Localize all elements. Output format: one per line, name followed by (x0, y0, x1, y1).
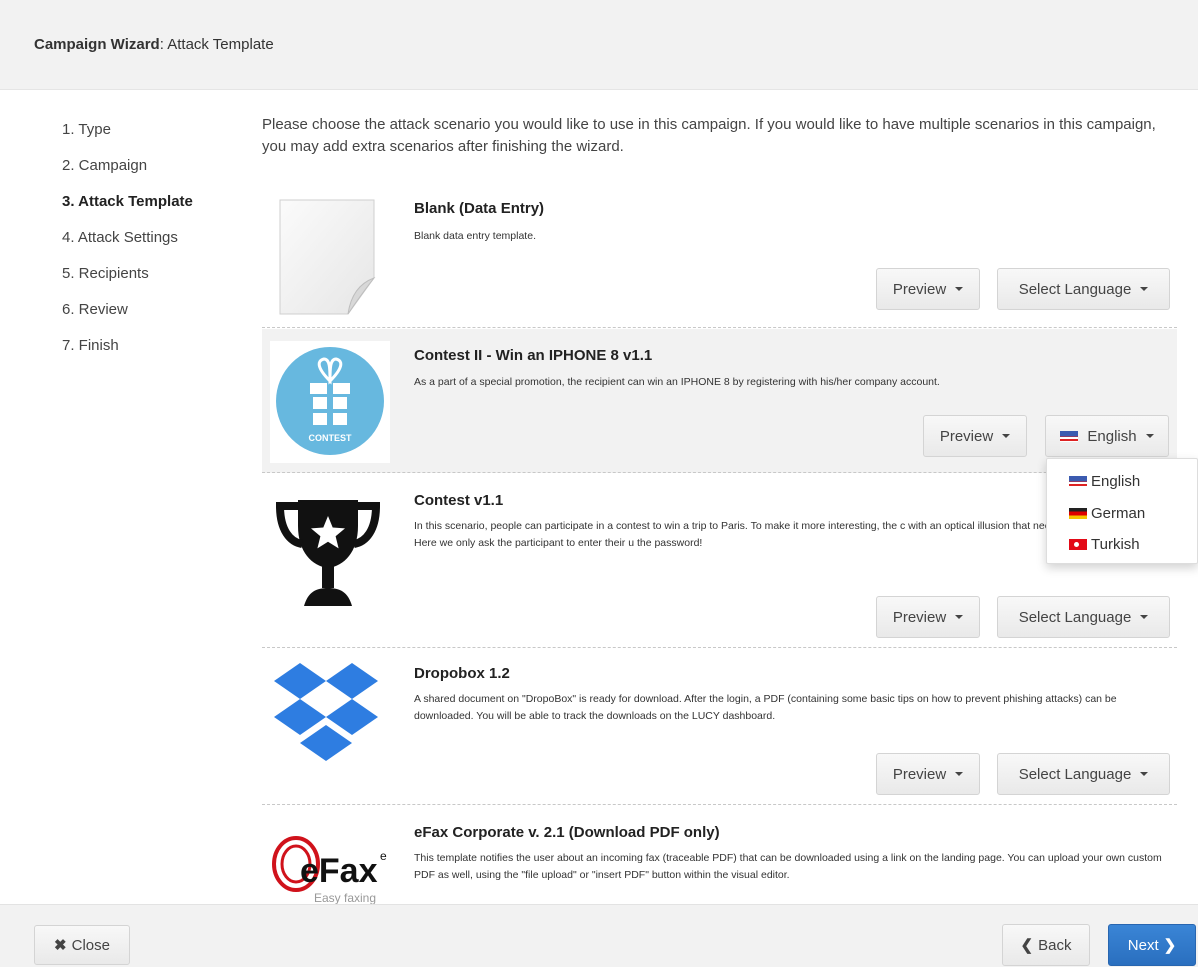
chevron-down-icon (955, 772, 964, 776)
step-finish[interactable]: 7. Finish (62, 336, 242, 372)
chevron-right-icon: ❯ (1163, 937, 1177, 954)
template-name: Blank (Data Entry) (414, 200, 545, 217)
turkish-flag-icon (1069, 539, 1087, 550)
template-contest-ii[interactable]: CONTEST Contest II - Win an IPHONE 8 v1.… (262, 329, 1177, 473)
step-attack-settings[interactable]: 4. Attack Settings (62, 228, 242, 264)
intro-text: Please choose the attack scenario you wo… (262, 116, 1156, 155)
next-button[interactable]: Next ❯ (1108, 924, 1196, 966)
step-recipients[interactable]: 5. Recipients (62, 264, 242, 300)
step-type[interactable]: 1. Type (62, 120, 242, 156)
chevron-down-icon (1002, 434, 1011, 438)
svg-text:e: e (380, 849, 387, 863)
template-blank[interactable]: Blank (Data Entry) Blank data entry temp… (262, 186, 1177, 328)
template-description: This template notifies the user about an… (414, 852, 1162, 881)
template-description: Blank data entry template. (414, 230, 536, 242)
svg-text:eFax: eFax (300, 852, 378, 890)
template-name: Dropobox 1.2 (414, 665, 510, 682)
template-efax[interactable]: eFax e Easy faxing eFax Corporate v. 2.1… (262, 806, 1177, 904)
wizard-header: Campaign Wizard: Attack Template (0, 0, 1198, 90)
efax-logo-icon: eFax e Easy faxing (270, 830, 387, 904)
preview-button[interactable]: Preview (923, 415, 1027, 457)
svg-text:Easy faxing: Easy faxing (314, 891, 376, 904)
page-title: Campaign Wizard: Attack Template (34, 36, 274, 53)
template-dropobox[interactable]: Dropobox 1.2 A shared document on "Dropo… (262, 649, 1177, 805)
step-attack-template[interactable]: 3. Attack Template (62, 192, 242, 228)
template-description: As a part of a special promotion, the re… (414, 376, 940, 388)
language-dropdown-menu: English German Turkish (1046, 458, 1198, 564)
step-review[interactable]: 6. Review (62, 300, 242, 336)
chevron-down-icon (1145, 434, 1154, 438)
us-flag-icon (1069, 476, 1087, 487)
wizard-footer: ✖ Close ❮ Back Next ❯ (0, 904, 1198, 967)
template-name: Contest II - Win an IPHONE 8 v1.1 (414, 347, 653, 364)
close-button[interactable]: ✖ Close (34, 925, 130, 965)
chevron-down-icon (955, 615, 964, 619)
svg-text:CONTEST: CONTEST (308, 433, 352, 443)
dropbox-icon (270, 659, 382, 779)
chevron-down-icon (1140, 615, 1149, 619)
german-flag-icon (1069, 508, 1087, 519)
language-button-english[interactable]: English (1045, 415, 1169, 457)
chevron-left-icon: ❮ (1020, 937, 1034, 954)
chevron-down-icon (955, 287, 964, 291)
back-button[interactable]: ❮ Back (1002, 924, 1090, 966)
preview-button[interactable]: Preview (876, 268, 980, 310)
us-flag-icon (1060, 430, 1079, 442)
language-option-turkish[interactable]: Turkish (1069, 536, 1140, 553)
trophy-icon (270, 496, 382, 616)
template-name: Contest v1.1 (414, 492, 504, 509)
language-option-german[interactable]: German (1069, 505, 1145, 522)
close-icon: ✖ (54, 937, 67, 954)
chevron-down-icon (1140, 772, 1149, 776)
preview-button[interactable]: Preview (876, 596, 980, 638)
wizard-steps: 1. Type 2. Campaign 3. Attack Template 4… (62, 120, 242, 372)
language-option-english[interactable]: English (1069, 473, 1140, 490)
step-campaign[interactable]: 2. Campaign (62, 156, 242, 192)
template-description: A shared document on "DropoBox" is ready… (414, 693, 1117, 722)
chevron-down-icon (1140, 287, 1149, 291)
template-contest[interactable]: Contest v1.1 In this scenario, people ca… (262, 474, 1178, 648)
preview-button[interactable]: Preview (876, 753, 980, 795)
gift-contest-icon: CONTEST (270, 341, 390, 463)
select-language-button[interactable]: Select Language (997, 596, 1170, 638)
template-name: eFax Corporate v. 2.1 (Download PDF only… (414, 824, 720, 841)
select-language-button[interactable]: Select Language (997, 753, 1170, 795)
select-language-button[interactable]: Select Language (997, 268, 1170, 310)
blank-page-icon (270, 196, 382, 316)
